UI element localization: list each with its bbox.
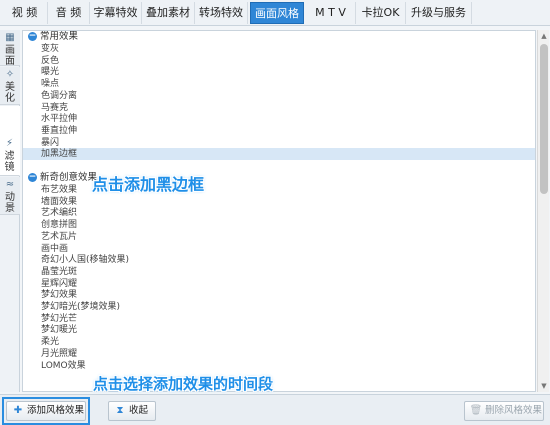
list-item[interactable]: 月光照耀 [23,348,535,360]
side-tab-motion[interactable]: ≈ 动景 [0,177,20,215]
trash-icon: 🗑 [469,405,483,416]
hint-add-black-border: 点击添加黑边框 [92,175,205,194]
top-tab-bar: 视 频 音 频 字幕特效 叠加素材 转场特效 画面风格 M T V 卡拉OK 升… [0,0,550,26]
hint-select-time-range: 点击选择添加效果的时间段 [93,375,274,393]
list-item[interactable]: 艺术瓦片 [23,231,535,243]
group-title: 新奇创意效果 [40,172,98,183]
list-item[interactable]: 垂直拉伸 [23,125,535,137]
list-item[interactable]: 晶莹光斑 [23,266,535,278]
list-scrollbar[interactable]: ▲ ▼ [537,30,549,392]
list-item[interactable]: 水平拉伸 [23,113,535,125]
button-label: 删除风格效果 [485,405,543,416]
remove-style-effect-button[interactable]: 🗑 删除风格效果 [464,401,544,421]
tab-overlay-materials[interactable]: 叠加素材 [142,2,195,24]
list-item[interactable]: 墙面效果 [23,196,535,208]
tab-transition-effects[interactable]: 转场特效 [195,2,248,24]
tab-audio[interactable]: 音 频 [48,2,90,24]
list-item[interactable]: 梦幻暗光(梦境效果) [23,301,535,313]
side-tab-beautify[interactable]: ✧ 美化 [0,67,20,105]
scroll-thumb[interactable] [540,44,548,194]
button-label: 添加风格效果 [27,405,85,416]
side-tab-label: 美化 [5,82,15,104]
scroll-down-arrow-icon[interactable]: ▼ [538,380,550,392]
magic-wand-icon: ✧ [5,69,15,80]
grid-icon: ▦ [5,32,15,43]
list-item[interactable]: 梦幻暖光 [23,324,535,336]
list-item[interactable]: 曝光 [23,66,535,78]
group-header-common[interactable]: − 常用效果 [23,31,535,43]
list-item-selected[interactable]: 加黑边框 [23,148,535,160]
list-item[interactable]: 创意拼图 [23,219,535,231]
side-tab-picture[interactable]: ▦ 画面 [0,30,20,67]
list-item[interactable]: LOMO效果 [23,360,535,372]
list-item[interactable]: 暴闪 [23,137,535,149]
list-item[interactable]: 梦幻效果 [23,289,535,301]
side-tab-label: 动景 [5,192,15,214]
list-item[interactable]: 马赛克 [23,102,535,114]
side-tab-label: 滤镜 [4,151,15,173]
list-item[interactable]: 色调分离 [23,90,535,102]
list-item[interactable]: 梦幻光芒 [23,313,535,325]
group-title: 常用效果 [40,31,79,42]
list-item[interactable]: 艺术编织 [23,207,535,219]
tab-subtitle-effects[interactable]: 字幕特效 [90,2,142,24]
button-label: 收起 [129,405,149,416]
add-effect-icon: ✚ [13,405,23,416]
scroll-up-arrow-icon[interactable]: ▲ [538,30,550,42]
list-item[interactable]: 变灰 [23,43,535,55]
list-item[interactable]: 反色 [23,55,535,67]
add-style-effect-button[interactable]: ✚ 添加风格效果 [6,401,86,421]
list-item[interactable]: 画中画 [23,243,535,255]
tab-mtv[interactable]: M T V [306,2,356,24]
list-item[interactable]: 噪点 [23,78,535,90]
tab-upgrade-service[interactable]: 升级与服务 [406,2,472,24]
side-tab-bar: ▦ 画面 ✧ 美化 ⚡ 滤镜 ≈ 动景 [0,30,20,392]
bottom-action-bar: ✚ 添加风格效果 ⧗ 收起 🗑 删除风格效果 [0,394,550,425]
wave-icon: ≈ [5,179,15,190]
tab-karaoke[interactable]: 卡拉OK [356,2,406,24]
side-tab-label: 画面 [5,45,15,67]
tab-video[interactable]: 视 频 [2,2,48,24]
list-item[interactable]: 星辉闪耀 [23,278,535,290]
tab-picture-style[interactable]: 画面风格 [250,2,304,24]
side-tab-filter[interactable]: ⚡ 滤镜 [0,106,20,176]
effect-list: − 常用效果 变灰 反色 曝光 噪点 色调分离 马赛克 水平拉伸 垂直拉伸 暴闪 … [22,30,536,392]
list-item[interactable]: 柔光 [23,336,535,348]
hourglass-icon: ⧗ [116,405,124,416]
collapse-minus-icon[interactable]: − [28,173,37,182]
collapse-minus-icon[interactable]: − [28,32,37,41]
list-item[interactable]: 奇幻小人国(移轴效果) [23,254,535,266]
collapse-button[interactable]: ⧗ 收起 [108,401,156,421]
filter-wand-icon: ⚡ [5,138,14,149]
